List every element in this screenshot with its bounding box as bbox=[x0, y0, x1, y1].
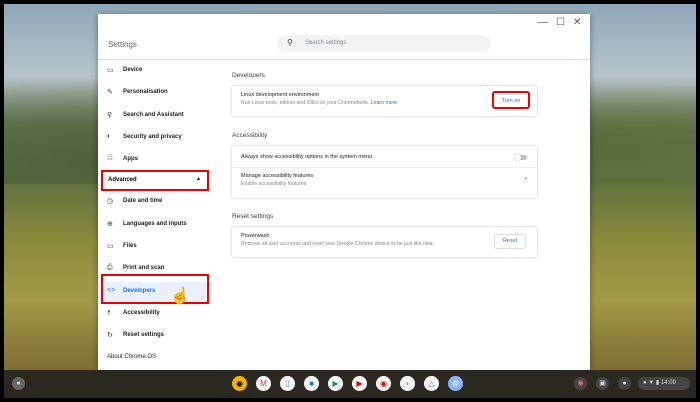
reset-icon: ↻ bbox=[107, 332, 113, 340]
sidebar-item-languages[interactable]: ⊕ Languages and inputs bbox=[98, 215, 212, 237]
always-show-toggle[interactable] bbox=[514, 154, 527, 161]
sidebar-item-label: Languages and inputs bbox=[123, 220, 187, 227]
sidebar-item-label: Search and Assistant bbox=[123, 111, 184, 118]
laptop-icon: ▭ bbox=[107, 67, 114, 74]
youtube-icon[interactable]: ▶ bbox=[352, 376, 367, 391]
sidebar-item-label: Accessibility bbox=[123, 309, 160, 316]
linux-desc: Run Linux tools, editors and IDEs on you… bbox=[241, 100, 370, 106]
highlight-box bbox=[101, 274, 209, 304]
section-accessibility: Accessibility bbox=[232, 132, 268, 139]
shield-icon: ◐ bbox=[107, 132, 112, 140]
sidebar-item-label: Reset settings bbox=[123, 332, 165, 339]
search-placeholder: Search settings bbox=[305, 40, 347, 46]
sidebar: ▭ Device ✎ Personalisation ⚲ Search and Ass… bbox=[98, 61, 212, 349]
sidebar-item-search-assistant[interactable]: ⚲ Search and Assistant bbox=[98, 106, 212, 128]
drive-icon[interactable]: △ bbox=[424, 376, 439, 391]
sidebar-item-personalisation[interactable]: ✎ Personalisation bbox=[98, 83, 212, 105]
accessibility-card: Always show accessibility options in the… bbox=[232, 146, 537, 198]
wifi-battery-icon: ● ▼ ▮ bbox=[643, 380, 661, 386]
sidebar-item-security[interactable]: ◐ Security and privacy bbox=[98, 128, 212, 150]
youtube-music-icon[interactable]: ◉ bbox=[376, 376, 391, 391]
sidebar-item-label: Security and privacy bbox=[123, 133, 182, 140]
always-show-row[interactable]: Always show accessibility options in the… bbox=[232, 146, 537, 168]
sidebar-item-label: Files bbox=[123, 243, 137, 250]
powerwash-desc: Remove all user accounts and reset your … bbox=[241, 241, 434, 247]
status-icon[interactable]: ● bbox=[618, 377, 631, 390]
learn-more-link[interactable]: Learn more bbox=[371, 100, 398, 106]
always-show-label: Always show accessibility options in the… bbox=[241, 154, 373, 160]
sidebar-item-accessibility[interactable]: ☨ Accessibility bbox=[98, 304, 212, 326]
gmail-icon[interactable]: M bbox=[256, 376, 271, 391]
powerwash-title: Powerwash bbox=[241, 233, 270, 239]
system-tray[interactable]: ● ▼ ▮ 14:09 bbox=[638, 377, 690, 390]
files-icon[interactable]: ■ bbox=[304, 376, 319, 391]
chrome-icon[interactable]: ◉ bbox=[232, 376, 247, 391]
chevron-up-icon: ▲ bbox=[196, 176, 201, 182]
page-title: Settings bbox=[108, 40, 137, 49]
linux-title: Linux development environment bbox=[241, 92, 319, 98]
section-reset: Reset settings bbox=[232, 213, 274, 220]
sidebar-item-device[interactable]: ▭ Device bbox=[98, 61, 212, 83]
turn-on-button[interactable]: Turn on bbox=[492, 91, 530, 109]
brush-icon: ✎ bbox=[107, 89, 113, 97]
accessibility-icon: ☨ bbox=[107, 309, 111, 317]
minimize-button[interactable]: — bbox=[538, 17, 548, 28]
maximize-button[interactable]: ☐ bbox=[556, 17, 565, 28]
close-button[interactable]: ✕ bbox=[573, 17, 581, 28]
settings-window: — ☐ ✕ Settings ⚲ Search settings ▭ Device … bbox=[98, 14, 590, 370]
sidebar-item-label: Print and scan bbox=[123, 265, 165, 272]
sidebar-item-label: Device bbox=[123, 67, 143, 73]
folder-icon: ▭ bbox=[107, 243, 114, 251]
sidebar-item-label: Apps bbox=[123, 156, 138, 163]
clipboard-icon[interactable]: ▣ bbox=[596, 377, 609, 390]
screen-record-icon[interactable]: ◉ bbox=[574, 377, 587, 390]
search-icon: ⚲ bbox=[287, 38, 293, 47]
sidebar-item-label: Personalisation bbox=[123, 89, 168, 96]
sidebar-item-reset[interactable]: ↻ Reset settings bbox=[98, 326, 212, 348]
hand-cursor-icon: ☝ bbox=[170, 288, 190, 305]
shelf: ● ◉ M ▯ ■ ▶ ▶ ◉ ◗ △ ⚙ ◉ ▣ ● ● ▼ ▮ 14:09 bbox=[4, 370, 696, 398]
manage-desc: Enable accessibility features bbox=[241, 181, 307, 187]
sidebar-item-about[interactable]: About Chrome OS bbox=[107, 354, 156, 360]
sidebar-item-files[interactable]: ▭ Files bbox=[98, 237, 212, 259]
manage-accessibility-row[interactable]: Manage accessibility features Enable acce… bbox=[232, 168, 537, 187]
advanced-toggle[interactable]: Advanced ▲ bbox=[101, 170, 209, 191]
manage-label: Manage accessibility features bbox=[241, 173, 314, 179]
advanced-label: Advanced bbox=[108, 177, 137, 183]
clock-time: 14:09 bbox=[660, 380, 676, 386]
header: Settings ⚲ Search settings bbox=[98, 30, 590, 60]
play-books-icon[interactable]: ◗ bbox=[400, 376, 415, 391]
docs-icon[interactable]: ▯ bbox=[280, 376, 295, 391]
grid-icon: ⁞⁞⁞ bbox=[107, 155, 113, 163]
search-icon: ⚲ bbox=[107, 111, 113, 119]
sidebar-item-label: Date and time bbox=[123, 198, 163, 205]
sidebar-item-date-time[interactable]: ◷ Date and time bbox=[98, 192, 212, 214]
linux-card: Linux development environment Run Linux … bbox=[232, 86, 537, 116]
globe-icon: ⊕ bbox=[107, 220, 113, 228]
chevron-right-icon: › bbox=[525, 176, 527, 182]
clock-icon: ◷ bbox=[107, 198, 114, 206]
section-developers: Developers bbox=[232, 72, 265, 79]
search-input[interactable]: ⚲ Search settings bbox=[277, 35, 491, 52]
printer-icon: ⎙ bbox=[107, 264, 113, 272]
launcher-button[interactable]: ● bbox=[12, 377, 25, 390]
settings-gear-icon[interactable]: ⚙ bbox=[448, 376, 463, 391]
powerwash-card: Powerwash Remove all user accounts and re… bbox=[232, 227, 537, 257]
play-store-icon[interactable]: ▶ bbox=[328, 376, 343, 391]
reset-button[interactable]: Reset bbox=[494, 234, 526, 249]
desktop: — ☐ ✕ Settings ⚲ Search settings ▭ Device … bbox=[4, 4, 696, 398]
